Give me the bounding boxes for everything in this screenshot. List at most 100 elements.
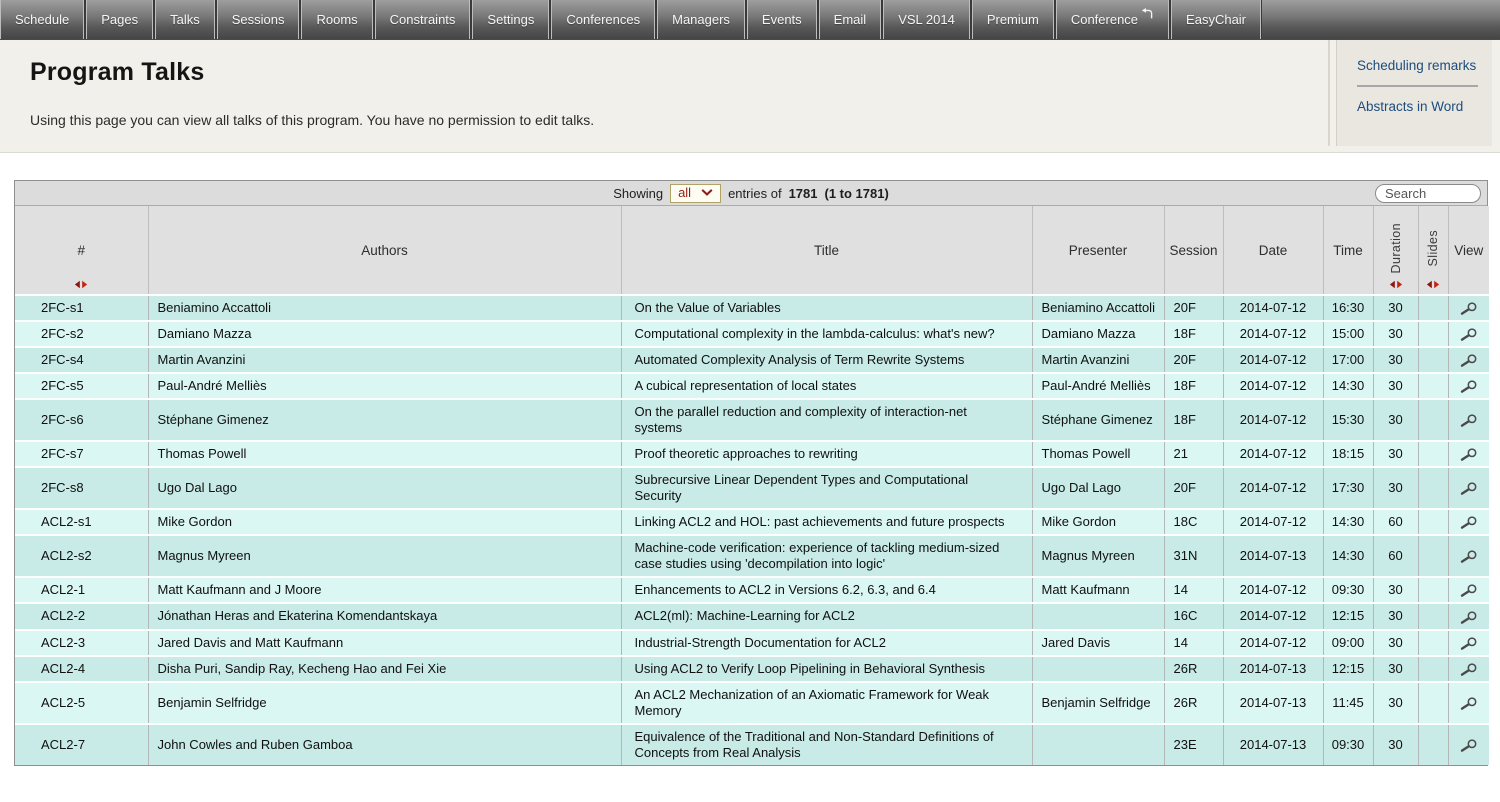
scheduling-remarks-link[interactable]: Scheduling remarks	[1337, 54, 1492, 81]
cell-duration: 30	[1373, 724, 1418, 765]
view-talk-button[interactable]	[1448, 295, 1489, 321]
cell-time: 15:30	[1323, 399, 1373, 441]
cell-id: ACL2-4	[15, 656, 148, 682]
view-talk-button[interactable]	[1448, 399, 1489, 441]
cell-id: 2FC-s4	[15, 347, 148, 373]
cell-authors: Paul-André Melliès	[148, 373, 621, 399]
table-controls: Showing all entries of 1781 (1 to 1781)	[15, 181, 1487, 206]
column-header-duration: Duration	[1373, 206, 1418, 295]
cell-session: 18F	[1164, 373, 1223, 399]
cell-date: 2014-07-12	[1223, 373, 1323, 399]
view-talk-button[interactable]	[1448, 630, 1489, 656]
nav-tab-sessions[interactable]: Sessions	[217, 0, 300, 39]
cell-title: On the Value of Variables	[621, 295, 1032, 321]
view-talk-button[interactable]	[1448, 603, 1489, 629]
sort-control-slides[interactable]	[1426, 280, 1441, 289]
cell-date: 2014-07-13	[1223, 682, 1323, 724]
cell-duration: 30	[1373, 630, 1418, 656]
table-row: ACL2-5Benjamin SelfridgeAn ACL2 Mechaniz…	[15, 682, 1489, 724]
view-talk-button[interactable]	[1448, 347, 1489, 373]
cell-title: Using ACL2 to Verify Loop Pipelining in …	[621, 656, 1032, 682]
cell-date: 2014-07-13	[1223, 724, 1323, 765]
nav-tab-premium[interactable]: Premium	[972, 0, 1054, 39]
cell-time: 15:00	[1323, 321, 1373, 347]
abstracts-in-word-link[interactable]: Abstracts in Word	[1337, 95, 1492, 122]
cell-id: 2FC-s1	[15, 295, 148, 321]
cell-slides	[1418, 373, 1448, 399]
table-row: ACL2-2Jónathan Heras and Ekaterina Komen…	[15, 603, 1489, 629]
nav-tab-label: Conference	[1071, 12, 1138, 27]
sort-control-id[interactable]	[74, 280, 89, 289]
magnifier-icon	[1459, 695, 1478, 710]
cell-time: 14:30	[1323, 509, 1373, 535]
view-talk-button[interactable]	[1448, 724, 1489, 765]
column-header-slides: Slides	[1418, 206, 1448, 295]
view-talk-button[interactable]	[1448, 535, 1489, 577]
entries-of-label: entries of	[728, 186, 781, 201]
cell-slides	[1418, 509, 1448, 535]
nav-tab-events[interactable]: Events	[747, 0, 817, 39]
nav-tab-settings[interactable]: Settings	[472, 0, 549, 39]
cell-title: An ACL2 Mechanization of an Axiomatic Fr…	[621, 682, 1032, 724]
cell-title: Automated Complexity Analysis of Term Re…	[621, 347, 1032, 373]
view-talk-button[interactable]	[1448, 373, 1489, 399]
cell-authors: Mike Gordon	[148, 509, 621, 535]
nav-tab-talks[interactable]: Talks	[155, 0, 215, 39]
nav-tab-label: EasyChair	[1186, 12, 1246, 27]
nav-tab-email[interactable]: Email	[819, 0, 882, 39]
cell-presenter: Martin Avanzini	[1032, 347, 1164, 373]
table-row: 2FC-s7Thomas PowellProof theoretic appro…	[15, 441, 1489, 467]
sort-control-duration[interactable]	[1388, 280, 1403, 289]
column-header-time: Time	[1323, 206, 1373, 295]
cell-time: 14:30	[1323, 535, 1373, 577]
view-talk-button[interactable]	[1448, 467, 1489, 509]
view-talk-button[interactable]	[1448, 577, 1489, 603]
cell-title: Enhancements to ACL2 in Versions 6.2, 6.…	[621, 577, 1032, 603]
cell-title: On the parallel reduction and complexity…	[621, 399, 1032, 441]
cell-duration: 30	[1373, 399, 1418, 441]
view-talk-button[interactable]	[1448, 441, 1489, 467]
cell-slides	[1418, 321, 1448, 347]
table-header-row: # Authors Title Presenter Session	[15, 206, 1489, 295]
cell-duration: 30	[1373, 467, 1418, 509]
cell-date: 2014-07-12	[1223, 399, 1323, 441]
cell-id: ACL2-1	[15, 577, 148, 603]
search-input[interactable]	[1375, 184, 1481, 203]
view-talk-button[interactable]	[1448, 509, 1489, 535]
nav-tab-schedule[interactable]: Schedule	[0, 0, 84, 39]
view-talk-button[interactable]	[1448, 321, 1489, 347]
cell-duration: 30	[1373, 373, 1418, 399]
cell-session: 26R	[1164, 656, 1223, 682]
cell-authors: John Cowles and Ruben Gamboa	[148, 724, 621, 765]
cell-duration: 60	[1373, 535, 1418, 577]
cell-date: 2014-07-12	[1223, 603, 1323, 629]
nav-tab-label: Constraints	[390, 12, 456, 27]
view-talk-button[interactable]	[1448, 682, 1489, 724]
nav-tab-pages[interactable]: Pages	[86, 0, 153, 39]
cell-slides	[1418, 399, 1448, 441]
table-row: ACL2-s2Magnus MyreenMachine-code verific…	[15, 535, 1489, 577]
cell-time: 18:15	[1323, 441, 1373, 467]
view-talk-button[interactable]	[1448, 656, 1489, 682]
nav-tab-conference[interactable]: Conference	[1056, 0, 1169, 39]
column-header-title: Title	[621, 206, 1032, 295]
cell-time: 09:00	[1323, 630, 1373, 656]
cell-authors: Thomas Powell	[148, 441, 621, 467]
cell-slides	[1418, 682, 1448, 724]
cell-duration: 30	[1373, 321, 1418, 347]
nav-tab-conferences[interactable]: Conferences	[551, 0, 655, 39]
side-panel: Scheduling remarks Abstracts in Word	[1336, 40, 1492, 146]
magnifier-icon	[1459, 378, 1478, 393]
chevron-down-icon	[701, 189, 713, 196]
table-row: 2FC-s6Stéphane GimenezOn the parallel re…	[15, 399, 1489, 441]
cell-slides	[1418, 577, 1448, 603]
nav-tab-managers[interactable]: Managers	[657, 0, 745, 39]
nav-tab-label: Talks	[170, 12, 200, 27]
nav-tab-vsl-2014[interactable]: VSL 2014	[883, 0, 970, 39]
nav-tab-constraints[interactable]: Constraints	[375, 0, 471, 39]
nav-tab-rooms[interactable]: Rooms	[301, 0, 372, 39]
nav-tab-label: Email	[834, 12, 867, 27]
entries-total: 1781	[789, 186, 818, 201]
nav-tab-easychair[interactable]: EasyChair	[1171, 0, 1261, 39]
entries-per-page-select[interactable]: all	[670, 184, 721, 203]
